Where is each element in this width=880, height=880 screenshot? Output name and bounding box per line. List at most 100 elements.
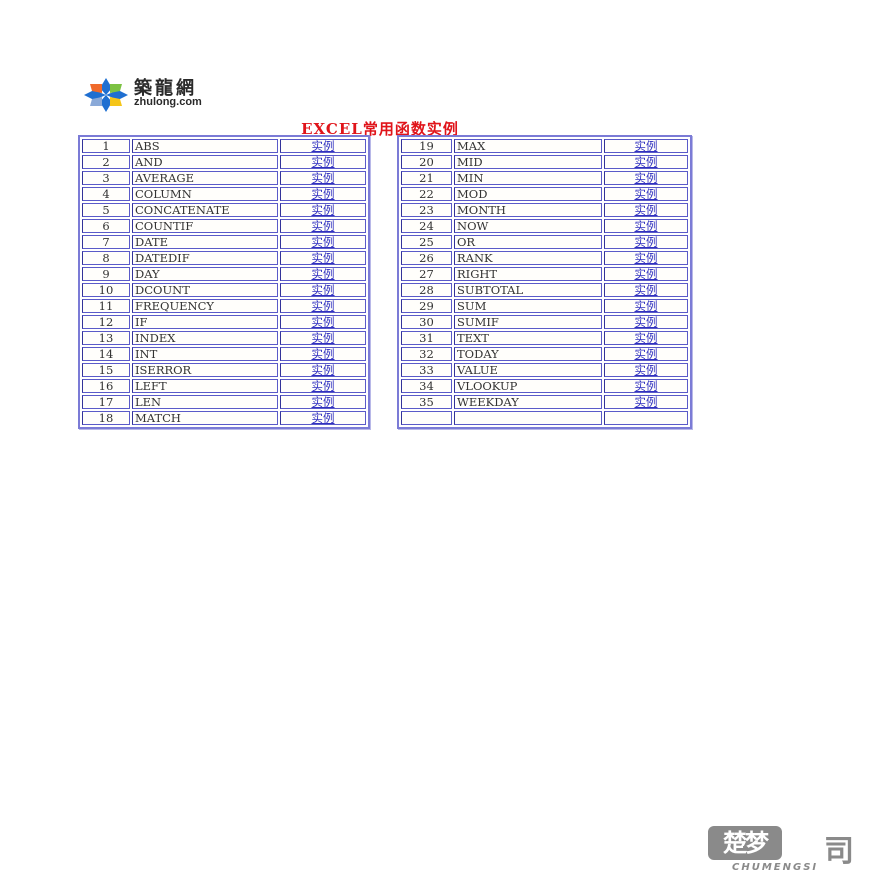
table-row: [401, 411, 688, 425]
functions-table-left: 1 ABS 实例 2 AND 实例 3 AVERAGE 实例 4 COLUMN 实例 5 CONCATEN…: [78, 135, 370, 429]
example-link[interactable]: 实例: [312, 219, 335, 233]
function-name: COLUMN: [132, 187, 278, 201]
table-row: 22 MOD 实例: [401, 187, 688, 201]
table-row: 9 DAY 实例: [82, 267, 366, 281]
example-link[interactable]: 实例: [312, 283, 335, 297]
example-link[interactable]: 实例: [635, 139, 658, 153]
function-name: FREQUENCY: [132, 299, 278, 313]
function-name: COUNTIF: [132, 219, 278, 233]
example-link[interactable]: 实例: [312, 299, 335, 313]
example-cell: 实例: [604, 187, 688, 201]
function-number: 3: [82, 171, 130, 185]
example-link[interactable]: 实例: [312, 379, 335, 393]
function-name: RANK: [454, 251, 602, 265]
function-name: VALUE: [454, 363, 602, 377]
function-name: MATCH: [132, 411, 278, 425]
example-link[interactable]: 实例: [635, 267, 658, 281]
example-link[interactable]: 实例: [312, 315, 335, 329]
example-link[interactable]: 实例: [635, 283, 658, 297]
table-row: 1 ABS 实例: [82, 139, 366, 153]
function-number: 4: [82, 187, 130, 201]
example-cell: 实例: [280, 155, 366, 169]
example-link[interactable]: 实例: [635, 315, 658, 329]
function-number: 21: [401, 171, 452, 185]
function-name: [454, 411, 602, 425]
example-link[interactable]: 实例: [312, 139, 335, 153]
table-row: 25 OR 实例: [401, 235, 688, 249]
example-cell: 实例: [280, 283, 366, 297]
function-number: 8: [82, 251, 130, 265]
example-link[interactable]: 实例: [635, 331, 658, 345]
function-number: [401, 411, 452, 425]
example-link[interactable]: 实例: [635, 155, 658, 169]
table-row: 4 COLUMN 实例: [82, 187, 366, 201]
example-link[interactable]: 实例: [635, 219, 658, 233]
example-cell: 实例: [604, 139, 688, 153]
example-link[interactable]: 实例: [312, 363, 335, 377]
example-cell: 实例: [280, 139, 366, 153]
example-cell: 实例: [604, 379, 688, 393]
example-cell: 实例: [604, 155, 688, 169]
example-link[interactable]: 实例: [312, 251, 335, 265]
watermark-logo-box: 楚梦: [708, 826, 782, 860]
function-name: RIGHT: [454, 267, 602, 281]
example-link[interactable]: 实例: [635, 299, 658, 313]
example-cell: 实例: [604, 363, 688, 377]
example-cell: 实例: [604, 219, 688, 233]
function-name: ABS: [132, 139, 278, 153]
watermark-logo-glyph: 司: [824, 834, 854, 869]
example-link[interactable]: 实例: [312, 203, 335, 217]
function-number: 31: [401, 331, 452, 345]
function-number: 13: [82, 331, 130, 345]
example-link[interactable]: 实例: [312, 331, 335, 345]
function-name: AND: [132, 155, 278, 169]
table-row: 7 DATE 实例: [82, 235, 366, 249]
example-link[interactable]: 实例: [312, 235, 335, 249]
function-number: 22: [401, 187, 452, 201]
example-link[interactable]: 实例: [312, 347, 335, 361]
example-cell: 实例: [604, 299, 688, 313]
function-name: INDEX: [132, 331, 278, 345]
table-row: 29 SUM 实例: [401, 299, 688, 313]
table-row: 35 WEEKDAY 实例: [401, 395, 688, 409]
example-link[interactable]: 实例: [635, 363, 658, 377]
function-name: MID: [454, 155, 602, 169]
function-number: 12: [82, 315, 130, 329]
example-link[interactable]: 实例: [635, 379, 658, 393]
function-number: 34: [401, 379, 452, 393]
example-link[interactable]: 实例: [635, 235, 658, 249]
example-link[interactable]: 实例: [635, 395, 658, 409]
table-row: 12 IF 实例: [82, 315, 366, 329]
watermark-text: CHUMENGSI: [732, 862, 819, 873]
table-row: 24 NOW 实例: [401, 219, 688, 233]
example-link[interactable]: 实例: [635, 187, 658, 201]
function-number: 15: [82, 363, 130, 377]
example-link[interactable]: 实例: [312, 187, 335, 201]
function-number: 23: [401, 203, 452, 217]
example-cell: 实例: [280, 331, 366, 345]
table-row: 6 COUNTIF 实例: [82, 219, 366, 233]
example-link[interactable]: 实例: [312, 395, 335, 409]
table-row: 18 MATCH 实例: [82, 411, 366, 425]
example-cell: 实例: [280, 251, 366, 265]
example-link[interactable]: 实例: [312, 267, 335, 281]
example-link[interactable]: 实例: [312, 155, 335, 169]
function-name: DATEDIF: [132, 251, 278, 265]
example-cell: 实例: [280, 411, 366, 425]
example-link[interactable]: 实例: [312, 411, 335, 425]
table-row: 23 MONTH 实例: [401, 203, 688, 217]
example-link[interactable]: 实例: [635, 171, 658, 185]
example-link[interactable]: 实例: [635, 203, 658, 217]
function-name: DAY: [132, 267, 278, 281]
example-link[interactable]: 实例: [635, 347, 658, 361]
function-name: INT: [132, 347, 278, 361]
function-name: MOD: [454, 187, 602, 201]
table-row: 33 VALUE 实例: [401, 363, 688, 377]
example-cell: 实例: [604, 235, 688, 249]
function-number: 18: [82, 411, 130, 425]
function-number: 27: [401, 267, 452, 281]
example-link[interactable]: 实例: [635, 251, 658, 265]
example-link[interactable]: 实例: [312, 171, 335, 185]
function-number: 19: [401, 139, 452, 153]
example-cell: 实例: [280, 203, 366, 217]
